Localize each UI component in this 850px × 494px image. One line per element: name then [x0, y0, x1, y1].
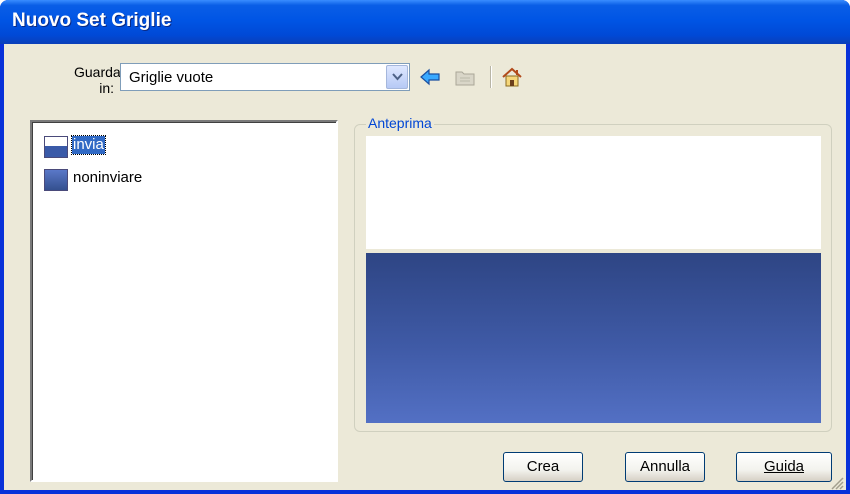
list-item-label: invia [71, 135, 106, 155]
help-button[interactable]: Guida [736, 452, 832, 482]
chevron-down-icon [392, 73, 403, 81]
back-arrow-icon[interactable] [418, 66, 442, 88]
home-icon[interactable] [500, 66, 524, 88]
grid-icon [44, 169, 68, 191]
preview-label: Anteprima [366, 115, 434, 131]
look-in-dropdown[interactable]: Griglie vuote [120, 63, 410, 91]
create-button[interactable]: Crea [503, 452, 583, 482]
help-button-label: Guida [763, 458, 805, 475]
up-folder-icon[interactable] [453, 66, 477, 88]
grid-list[interactable]: invia noninviare [30, 120, 338, 482]
preview-top-area [366, 136, 821, 249]
cancel-button[interactable]: Annulla [625, 452, 705, 482]
list-item-label: noninviare [73, 169, 143, 186]
look-in-label: Guarda in: [74, 64, 121, 96]
resize-grip-icon[interactable] [830, 476, 844, 490]
grid-icon [44, 136, 68, 158]
look-in-value: Griglie vuote [129, 69, 214, 86]
window-title: Nuovo Set Griglie [12, 10, 172, 31]
preview-bottom-area [366, 253, 821, 423]
toolbar-separator [490, 66, 492, 88]
dropdown-button[interactable] [386, 65, 408, 89]
title-bar[interactable]: Nuovo Set Griglie [0, 0, 850, 44]
